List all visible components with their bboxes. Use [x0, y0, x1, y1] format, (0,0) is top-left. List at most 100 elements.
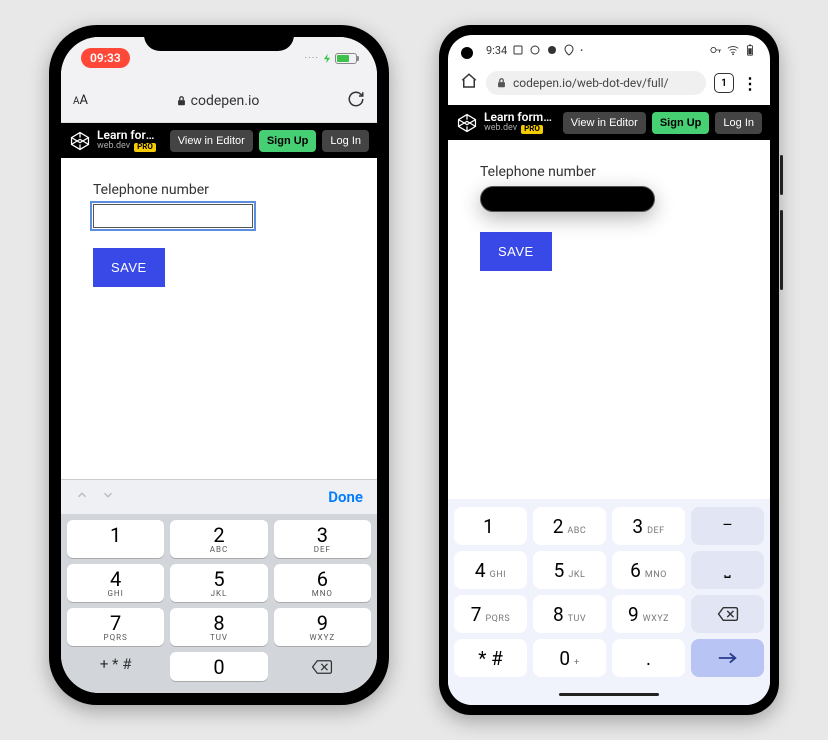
key-8[interactable]: 8TUV — [533, 595, 606, 633]
key-4[interactable]: 4GHI — [454, 551, 527, 589]
vpn-icon — [710, 44, 722, 56]
pro-badge: PRO — [134, 143, 156, 152]
refresh-icon — [347, 90, 365, 108]
telephone-label: Telephone number — [480, 164, 738, 180]
chevron-up-icon — [75, 488, 89, 502]
login-button[interactable]: Log In — [322, 130, 369, 152]
view-in-editor-button[interactable]: View in Editor — [563, 112, 646, 134]
telephone-input[interactable] — [93, 204, 253, 228]
key-0[interactable]: 0 — [170, 652, 267, 681]
notif-icon — [512, 44, 524, 56]
ios-status-time: 09:33 — [81, 48, 130, 68]
status-right — [710, 44, 756, 56]
codepen-logo-icon — [69, 130, 91, 152]
pen-author-row: web.dev PRO — [484, 124, 557, 134]
keyboard-toolbar: Done — [61, 479, 377, 514]
iphone-notch — [144, 25, 294, 51]
location-icon — [563, 44, 575, 56]
battery-icon — [335, 53, 357, 64]
codepen-header: Learn forms – virt… web.dev PRO View in … — [61, 123, 377, 158]
battery-indicator: ···· — [305, 53, 357, 64]
swipe-handle — [559, 693, 659, 696]
page-content: Telephone number SAVE — [61, 158, 377, 479]
chrome-url-bar: codepen.io/web-dot-dev/full/ 1 ⋮ — [448, 65, 770, 105]
codepen-header: Learn forms – virt… web.dev PRO View in … — [448, 105, 770, 140]
save-button[interactable]: SAVE — [93, 248, 165, 287]
key-5[interactable]: 5JKL — [533, 551, 606, 589]
key-space[interactable]: ⎵ — [691, 551, 764, 589]
url-text: codepen.io/web-dot-dev/full/ — [513, 76, 669, 90]
key-symbols[interactable]: + * # — [67, 652, 164, 681]
keyboard-done-button[interactable]: Done — [328, 488, 363, 506]
page-content: Telephone number SAVE — [448, 140, 770, 499]
iphone-screen: 09:33 ···· AA codepen.io Learn forms – v… — [61, 37, 377, 693]
form-nav-arrows — [75, 488, 115, 506]
tabs-button[interactable]: 1 — [714, 73, 734, 93]
key-8[interactable]: 8TUV — [170, 608, 267, 646]
save-button[interactable]: SAVE — [480, 232, 552, 271]
arrow-right-icon — [717, 651, 739, 665]
telephone-input[interactable] — [480, 186, 655, 212]
key-3[interactable]: 3DEF — [274, 520, 371, 558]
url-display[interactable]: codepen.io — [98, 93, 337, 109]
key-1[interactable]: 1 — [454, 507, 527, 545]
status-dot: • — [580, 46, 583, 55]
key-5[interactable]: 5JKL — [170, 564, 267, 602]
notif-icon-2 — [529, 44, 541, 56]
iphone-frame: 09:33 ···· AA codepen.io Learn forms – v… — [49, 25, 389, 705]
notif-icon-3 — [546, 44, 558, 56]
codepen-title-block: Learn forms – virt… web.dev PRO — [484, 111, 557, 134]
view-in-editor-button[interactable]: View in Editor — [170, 130, 253, 152]
text-size-button[interactable]: AA — [73, 93, 88, 108]
key-2[interactable]: 2ABC — [170, 520, 267, 558]
cellular-dots-icon: ···· — [305, 53, 319, 64]
pen-author: web.dev — [97, 142, 130, 152]
wifi-icon — [727, 44, 739, 56]
pro-badge: PRO — [521, 125, 543, 134]
key-2[interactable]: 2ABC — [533, 507, 606, 545]
key-1[interactable]: 1 — [67, 520, 164, 558]
prev-field-button[interactable] — [75, 488, 89, 506]
home-icon — [460, 72, 478, 90]
signup-button[interactable]: Sign Up — [259, 130, 317, 152]
codepen-logo-icon — [456, 112, 478, 134]
next-field-button[interactable] — [101, 488, 115, 506]
url-pill[interactable]: codepen.io/web-dot-dev/full/ — [486, 71, 706, 95]
key-go[interactable] — [691, 639, 764, 677]
android-screen: 9:34 • codepen.io/web-dot-dev/full/ 1 — [448, 35, 770, 705]
android-camera-hole — [461, 47, 473, 59]
telephone-label: Telephone number — [93, 182, 345, 198]
key-6[interactable]: 6MNO — [274, 564, 371, 602]
key-9[interactable]: 9WXYZ — [274, 608, 371, 646]
key-period[interactable]: . — [612, 639, 685, 677]
more-menu-button[interactable]: ⋮ — [742, 74, 758, 93]
android-nav-bar[interactable] — [448, 683, 770, 705]
key-9[interactable]: 9WXYZ — [612, 595, 685, 633]
login-button[interactable]: Log In — [715, 112, 762, 134]
key-7[interactable]: 7PQRS — [454, 595, 527, 633]
ios-keyboard: 1 2ABC 3DEF 4GHI 5JKL 6MNO 7PQRS 8TUV 9W… — [61, 514, 377, 693]
volume-button — [780, 210, 783, 290]
key-star-hash[interactable]: * # — [454, 639, 527, 677]
key-7[interactable]: 7PQRS — [67, 608, 164, 646]
url-domain: codepen.io — [191, 93, 260, 109]
side-button — [780, 155, 783, 195]
key-6[interactable]: 6MNO — [612, 551, 685, 589]
key-4[interactable]: 4GHI — [67, 564, 164, 602]
signup-button[interactable]: Sign Up — [652, 112, 710, 134]
key-0[interactable]: 0+ — [533, 639, 606, 677]
key-backspace[interactable] — [274, 652, 371, 681]
chevron-down-icon — [101, 488, 115, 502]
key-backspace[interactable] — [691, 595, 764, 633]
refresh-button[interactable] — [347, 90, 365, 112]
status-left: 9:34 • — [486, 44, 583, 57]
pen-author-row: web.dev PRO — [97, 142, 164, 152]
key-dash[interactable]: – — [691, 507, 764, 545]
lock-icon — [496, 77, 507, 89]
home-button[interactable] — [460, 72, 478, 94]
android-status-time: 9:34 — [486, 44, 507, 57]
android-status-bar: 9:34 • — [448, 35, 770, 65]
battery-icon — [744, 44, 756, 56]
key-3[interactable]: 3DEF — [612, 507, 685, 545]
backspace-icon — [717, 606, 739, 622]
